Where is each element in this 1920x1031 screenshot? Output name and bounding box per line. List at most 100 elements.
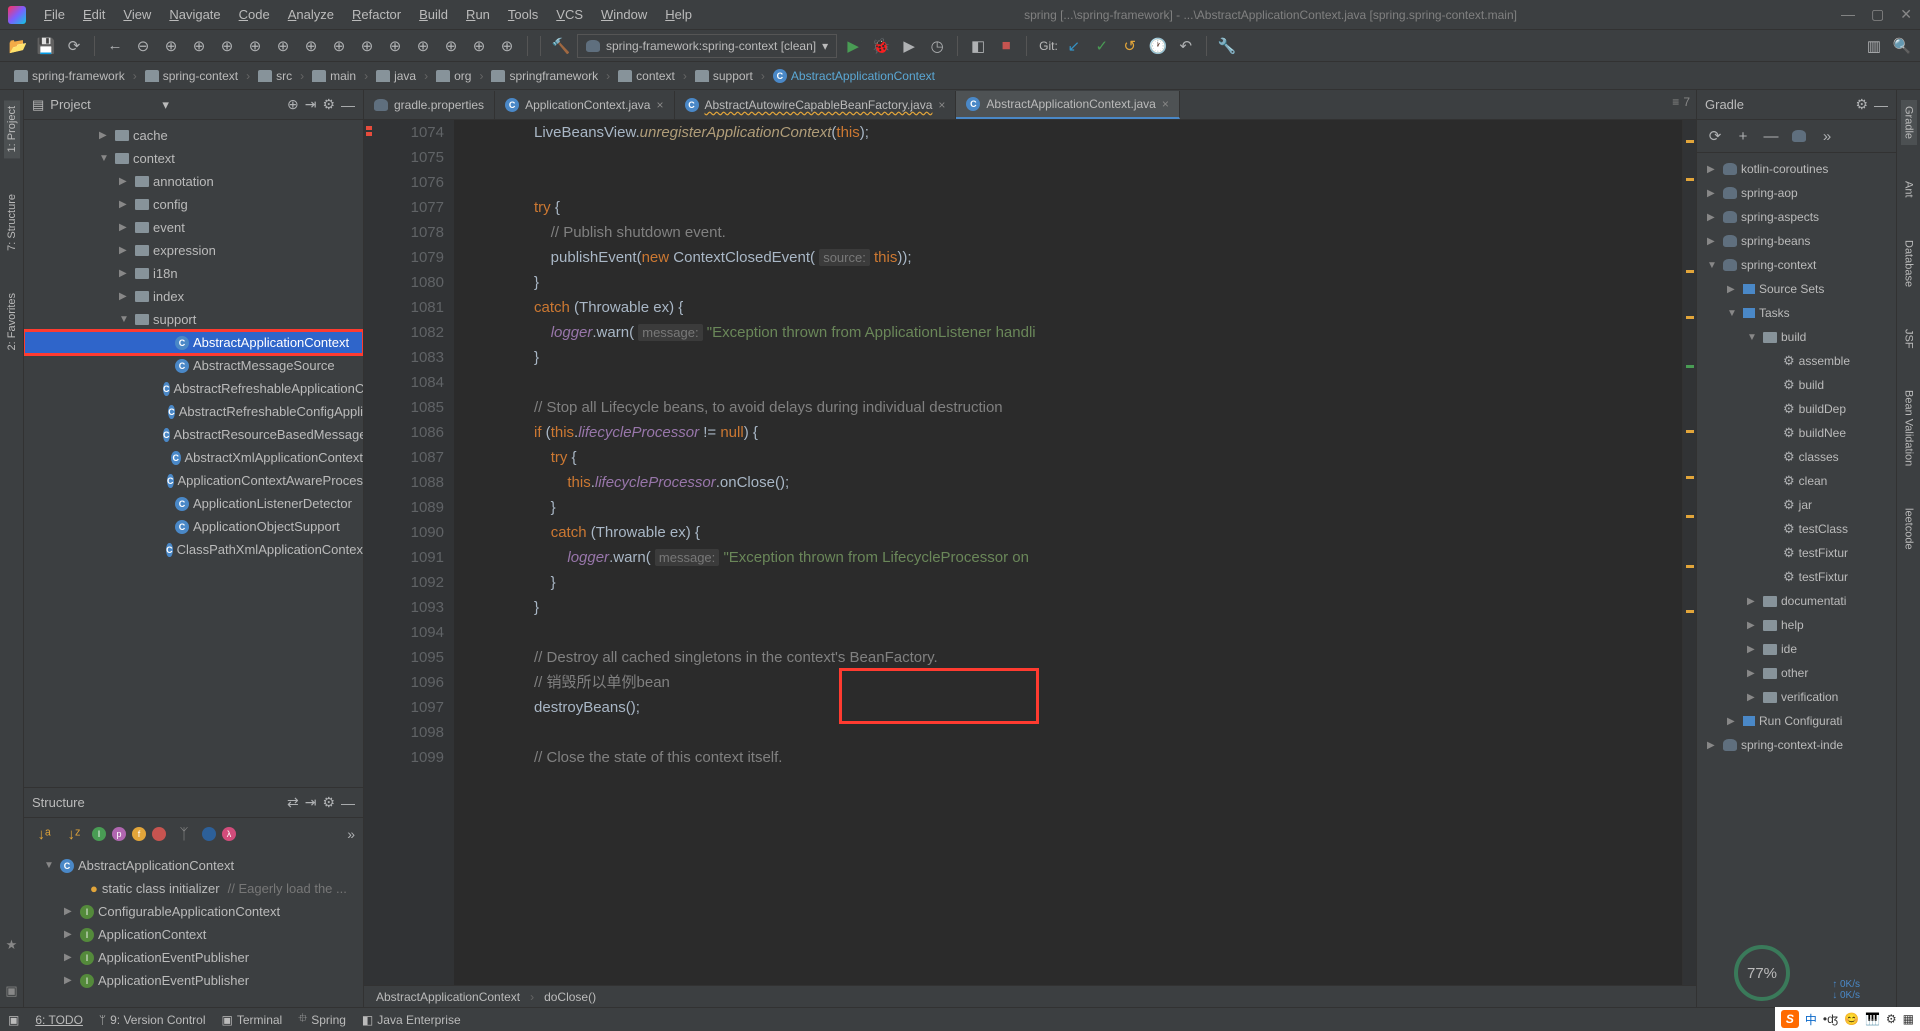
tool-ant[interactable]: Ant xyxy=(1901,175,1917,204)
editor-breadcrumb[interactable]: AbstractApplicationContext › doClose() xyxy=(364,985,1696,1007)
vcs-history-icon[interactable]: 🕐 xyxy=(1146,34,1170,58)
tree-item-AbstractRefreshableApplicationC[interactable]: CAbstractRefreshableApplicationC xyxy=(24,377,363,400)
struct-ConfigurableApplicationContext[interactable]: ▶IConfigurableApplicationContext xyxy=(24,900,363,923)
vcs-update-icon[interactable]: ↙ xyxy=(1062,34,1086,58)
struct-AbstractApplicationContext[interactable]: ▼CAbstractApplicationContext xyxy=(24,854,363,877)
vcs-compare-icon[interactable]: ↺ xyxy=(1118,34,1142,58)
tool-favorites[interactable]: 2: Favorites xyxy=(4,287,20,356)
gradle-kotlin-coroutines[interactable]: ▶kotlin-coroutines xyxy=(1697,157,1896,181)
editor-tab-ApplicationContext.java[interactable]: CApplicationContext.java× xyxy=(495,91,674,119)
hide-icon[interactable]: — xyxy=(341,795,355,811)
struct-ApplicationContext[interactable]: ▶IApplicationContext xyxy=(24,923,363,946)
status-java-ee[interactable]: ◧ Java Enterprise xyxy=(362,1013,461,1027)
crumb-spring-context[interactable]: spring-context xyxy=(139,67,244,85)
search-everywhere-icon[interactable]: 🔍 xyxy=(1890,34,1914,58)
tree-item-ApplicationContextAwareProces[interactable]: CApplicationContextAwareProces xyxy=(24,469,363,492)
gradle-classes[interactable]: ⚙classes xyxy=(1697,445,1896,469)
tool-structure[interactable]: 7: Structure xyxy=(4,188,20,257)
minimize-button[interactable]: — xyxy=(1841,6,1855,23)
debug-icon[interactable]: 🐞 xyxy=(869,34,893,58)
vcs-commit-icon[interactable]: ✓ xyxy=(1090,34,1114,58)
crumb-src[interactable]: src xyxy=(252,67,298,85)
menu-file[interactable]: File xyxy=(36,3,73,26)
editor-code[interactable]: LiveBeansView.unregisterApplicationConte… xyxy=(454,120,1682,985)
settings-icon[interactable]: 🔧 xyxy=(1215,34,1239,58)
tree-item-context[interactable]: ▼context xyxy=(24,147,363,170)
crumb-springframework[interactable]: springframework xyxy=(485,67,604,85)
tool-project[interactable]: 1: Project xyxy=(4,100,20,158)
back-icon[interactable]: ← xyxy=(103,34,127,58)
menu-code[interactable]: Code xyxy=(231,3,278,26)
menu-view[interactable]: View xyxy=(115,3,159,26)
gear-icon[interactable]: ⚙ xyxy=(322,96,335,113)
menu-build[interactable]: Build xyxy=(411,3,456,26)
chevron-down-icon[interactable]: ▾ xyxy=(162,97,169,113)
tree-item-AbstractResourceBasedMessage[interactable]: CAbstractResourceBasedMessage xyxy=(24,423,363,446)
gradle-spring-aspects[interactable]: ▶spring-aspects xyxy=(1697,205,1896,229)
breadcrumb-class[interactable]: AbstractApplicationContext xyxy=(376,990,520,1004)
inspection-widget[interactable]: ≡7 xyxy=(1672,95,1690,109)
close-tab-icon[interactable]: × xyxy=(656,98,663,112)
error-stripe[interactable] xyxy=(1682,120,1696,985)
run-icon[interactable]: ▶ xyxy=(841,34,865,58)
tree-item-support[interactable]: ▼support xyxy=(24,308,363,331)
gradle-assemble[interactable]: ⚙assemble xyxy=(1697,349,1896,373)
close-button[interactable]: ✕ xyxy=(1900,6,1912,23)
layout-icon[interactable]: ▥ xyxy=(1862,34,1886,58)
star-icon[interactable]: ★ xyxy=(6,937,18,953)
profile-icon[interactable]: ◷ xyxy=(925,34,949,58)
build-icon[interactable]: 🔨 xyxy=(549,34,573,58)
gradle-ide[interactable]: ▶ide xyxy=(1697,637,1896,661)
tree-item-AbstractRefreshableConfigAppli[interactable]: CAbstractRefreshableConfigAppli xyxy=(24,400,363,423)
tool-database[interactable]: Database xyxy=(1901,234,1917,293)
editor-tab-gradle.properties[interactable]: gradle.properties xyxy=(364,91,495,119)
gradle-Tasks[interactable]: ▼Tasks xyxy=(1697,301,1896,325)
tree-item-event[interactable]: ▶event xyxy=(24,216,363,239)
crumb-org[interactable]: org xyxy=(430,67,477,85)
tree-item-annotation[interactable]: ▶annotation xyxy=(24,170,363,193)
gradle-Source Sets[interactable]: ▶Source Sets xyxy=(1697,277,1896,301)
crumb-spring-framework[interactable]: spring-framework xyxy=(8,67,131,85)
remove-icon[interactable]: — xyxy=(1759,124,1783,148)
hide-icon[interactable]: — xyxy=(1874,97,1888,113)
tool-gradle[interactable]: Gradle xyxy=(1901,100,1917,145)
project-panel-title[interactable]: Project xyxy=(50,97,156,112)
tree-item-index[interactable]: ▶index xyxy=(24,285,363,308)
gradle-spring-beans[interactable]: ▶spring-beans xyxy=(1697,229,1896,253)
editor-gutter[interactable]: 1074107510761077107810791080108110821083… xyxy=(364,120,454,985)
menu-navigate[interactable]: Navigate xyxy=(161,3,228,26)
menu-analyze[interactable]: Analyze xyxy=(280,3,342,26)
gradle-jar[interactable]: ⚙jar xyxy=(1697,493,1896,517)
coverage-icon[interactable]: ▶ xyxy=(897,34,921,58)
tree-item-cache[interactable]: ▶cache xyxy=(24,124,363,147)
gradle-clean[interactable]: ⚙clean xyxy=(1697,469,1896,493)
gradle-build[interactable]: ▼build xyxy=(1697,325,1896,349)
gradle-documentati[interactable]: ▶documentati xyxy=(1697,589,1896,613)
gradle-testFixtur[interactable]: ⚙testFixtur xyxy=(1697,541,1896,565)
open-icon[interactable]: 📂 xyxy=(6,34,30,58)
gradle-spring-context-inde[interactable]: ▶spring-context-inde xyxy=(1697,733,1896,757)
ime-sogou-icon[interactable]: S xyxy=(1781,1010,1799,1028)
status-window-icon[interactable]: ▣ xyxy=(8,1013,19,1027)
gradle-buildNee[interactable]: ⚙buildNee xyxy=(1697,421,1896,445)
vcs-rollback-icon[interactable]: ↶ xyxy=(1174,34,1198,58)
status-terminal[interactable]: ▣ Terminal xyxy=(222,1013,283,1027)
gear-icon[interactable]: ⚙ xyxy=(322,794,335,811)
structure-tree[interactable]: ▼CAbstractApplicationContext●static clas… xyxy=(24,850,363,1007)
gradle-other[interactable]: ▶other xyxy=(1697,661,1896,685)
tree-item-ApplicationListenerDetector[interactable]: CApplicationListenerDetector xyxy=(24,492,363,515)
close-tab-icon[interactable]: × xyxy=(938,98,945,112)
gradle-verification[interactable]: ▶verification xyxy=(1697,685,1896,709)
tool-leetcode[interactable]: leetcode xyxy=(1901,502,1917,556)
gradle-testFixtur[interactable]: ⚙testFixtur xyxy=(1697,565,1896,589)
menu-tools[interactable]: Tools xyxy=(500,3,546,26)
gradle-help[interactable]: ▶help xyxy=(1697,613,1896,637)
editor[interactable]: 1074107510761077107810791080108110821083… xyxy=(364,120,1696,985)
locate-icon[interactable]: ⊕ xyxy=(287,96,299,113)
status-vc[interactable]: ᛘ 9: Version Control xyxy=(99,1013,206,1027)
maximize-button[interactable]: ▢ xyxy=(1871,6,1884,23)
add-icon[interactable]: + xyxy=(1731,124,1755,148)
status-spring[interactable]: ⯐ Spring xyxy=(298,1009,346,1030)
menu-help[interactable]: Help xyxy=(657,3,700,26)
tool-bean-validation[interactable]: Bean Validation xyxy=(1901,384,1917,472)
